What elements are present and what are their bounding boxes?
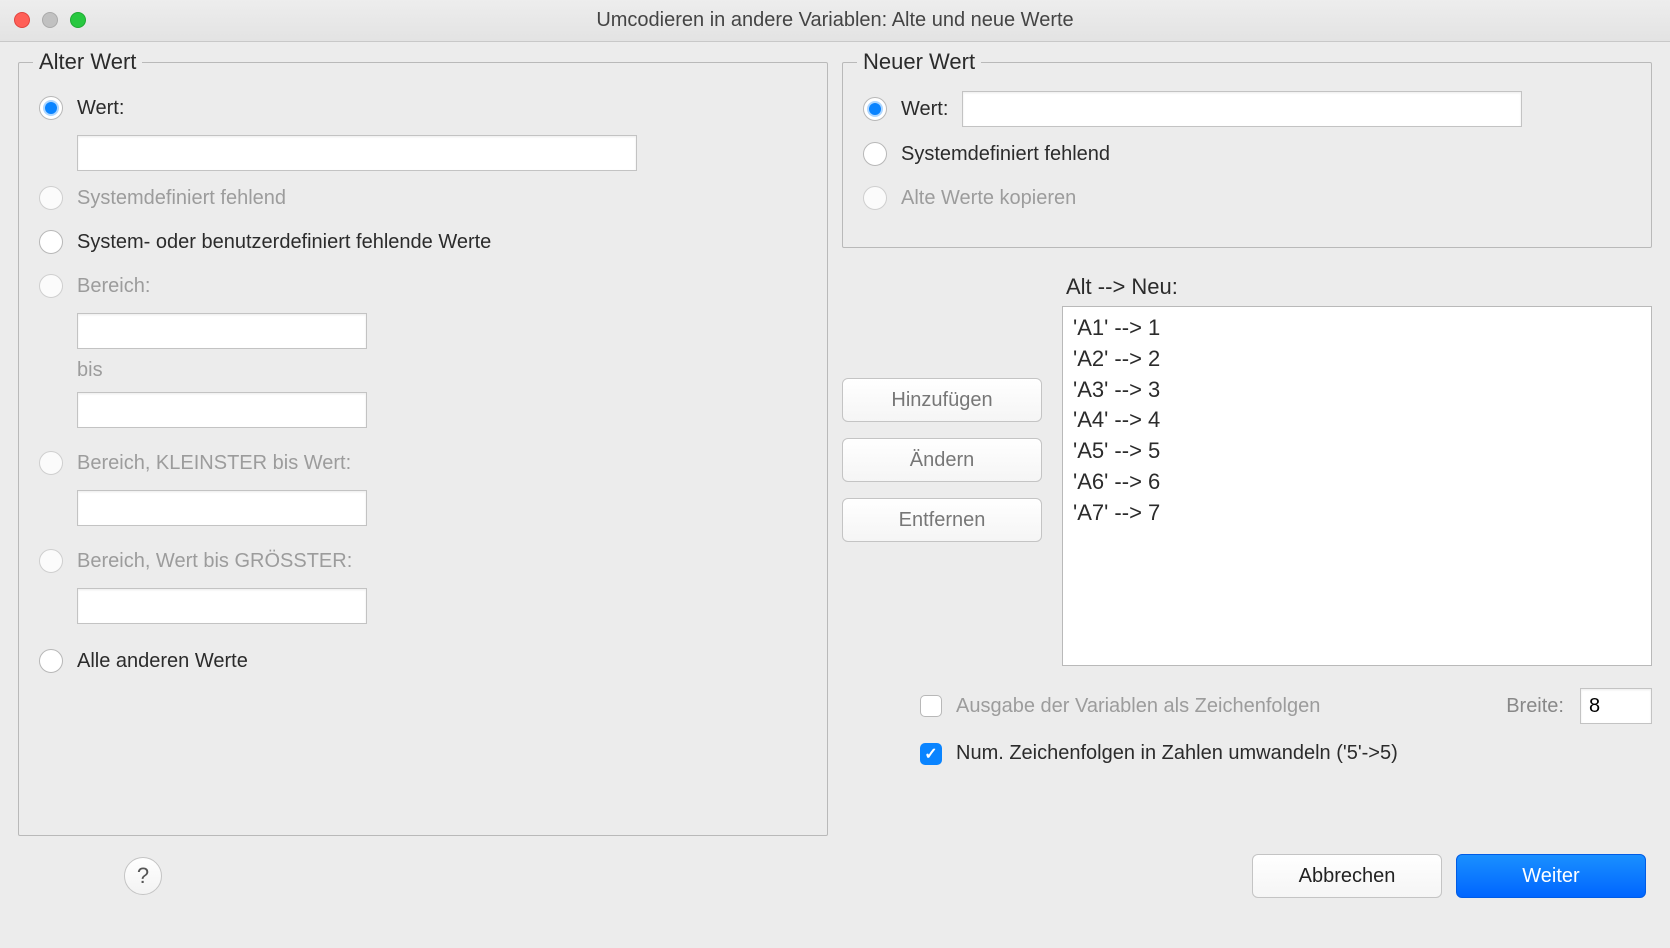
- output-as-string-checkbox[interactable]: [920, 695, 942, 717]
- mapping-list-item[interactable]: 'A3' --> 3: [1073, 375, 1641, 406]
- old-value-radio[interactable]: [39, 96, 63, 120]
- title-bar: Umcodieren in andere Variablen: Alte und…: [0, 0, 1670, 42]
- minimize-window-button[interactable]: [42, 12, 58, 28]
- width-label: Breite:: [1506, 695, 1564, 718]
- mapping-list-item[interactable]: 'A1' --> 1: [1073, 313, 1641, 344]
- old-sys-or-user-radio[interactable]: [39, 230, 63, 254]
- mapping-list-item[interactable]: 'A6' --> 6: [1073, 467, 1641, 498]
- help-button[interactable]: ?: [124, 857, 162, 895]
- new-value-group: Neuer Wert Wert: Systemdefiniert fehlend…: [842, 62, 1652, 248]
- old-all-other-radio[interactable]: [39, 649, 63, 673]
- new-value-legend: Neuer Wert: [857, 49, 981, 75]
- old-sysmiss-label: Systemdefiniert fehlend: [77, 187, 286, 210]
- continue-button[interactable]: Weiter: [1456, 854, 1646, 898]
- old-range-max-label: Bereich, Wert bis GRÖSSTER:: [77, 550, 352, 573]
- new-sysmiss-radio[interactable]: [863, 142, 887, 166]
- mapping-list-item[interactable]: 'A4' --> 4: [1073, 405, 1641, 436]
- mapping-header: Alt --> Neu:: [1066, 274, 1652, 300]
- convert-numeric-label: Num. Zeichenfolgen in Zahlen umwandeln (…: [956, 742, 1398, 765]
- new-value-label: Wert:: [901, 98, 948, 121]
- window-controls: [14, 12, 86, 28]
- old-sys-or-user-label: System- oder benutzerdefiniert fehlende …: [77, 231, 491, 254]
- old-range-min-label: Bereich, KLEINSTER bis Wert:: [77, 452, 351, 475]
- output-as-string-label: Ausgabe der Variablen als Zeichenfolgen: [956, 695, 1320, 718]
- old-range-min-input[interactable]: [77, 490, 367, 526]
- window-title: Umcodieren in andere Variablen: Alte und…: [0, 9, 1670, 32]
- mapping-list-item[interactable]: 'A5' --> 5: [1073, 436, 1641, 467]
- mapping-list-item[interactable]: 'A2' --> 2: [1073, 344, 1641, 375]
- old-value-group: Alter Wert Wert: Systemdefiniert fehlend…: [18, 62, 828, 836]
- zoom-window-button[interactable]: [70, 12, 86, 28]
- old-sysmiss-radio[interactable]: [39, 186, 63, 210]
- add-mapping-button[interactable]: Hinzufügen: [842, 378, 1042, 422]
- old-value-input[interactable]: [77, 135, 637, 171]
- change-mapping-button[interactable]: Ändern: [842, 438, 1042, 482]
- convert-numeric-checkbox[interactable]: ✓: [920, 743, 942, 765]
- old-range-from-input[interactable]: [77, 313, 367, 349]
- width-input[interactable]: [1580, 688, 1652, 724]
- new-copy-radio[interactable]: [863, 186, 887, 210]
- cancel-button[interactable]: Abbrechen: [1252, 854, 1442, 898]
- new-copy-label: Alte Werte kopieren: [901, 187, 1076, 210]
- close-window-button[interactable]: [14, 12, 30, 28]
- old-range-min-radio[interactable]: [39, 451, 63, 475]
- mapping-listbox[interactable]: 'A1' --> 1'A2' --> 2'A3' --> 3'A4' --> 4…: [1062, 306, 1652, 666]
- new-sysmiss-label: Systemdefiniert fehlend: [901, 143, 1110, 166]
- old-range-label: Bereich:: [77, 275, 150, 298]
- old-value-label: Wert:: [77, 97, 124, 120]
- new-value-input[interactable]: [962, 91, 1522, 127]
- old-range-max-radio[interactable]: [39, 549, 63, 573]
- old-all-other-label: Alle anderen Werte: [77, 650, 248, 673]
- mapping-list-item[interactable]: 'A7' --> 7: [1073, 498, 1641, 529]
- old-range-to-input[interactable]: [77, 392, 367, 428]
- new-value-radio[interactable]: [863, 97, 887, 121]
- mapping-area: Hinzufügen Ändern Entfernen Alt --> Neu:…: [842, 274, 1652, 666]
- old-range-radio[interactable]: [39, 274, 63, 298]
- old-range-bis-label: bis: [77, 359, 807, 382]
- dialog-footer: ? Abbrechen Weiter: [0, 842, 1670, 910]
- remove-mapping-button[interactable]: Entfernen: [842, 498, 1042, 542]
- old-range-max-input[interactable]: [77, 588, 367, 624]
- old-value-legend: Alter Wert: [33, 49, 142, 75]
